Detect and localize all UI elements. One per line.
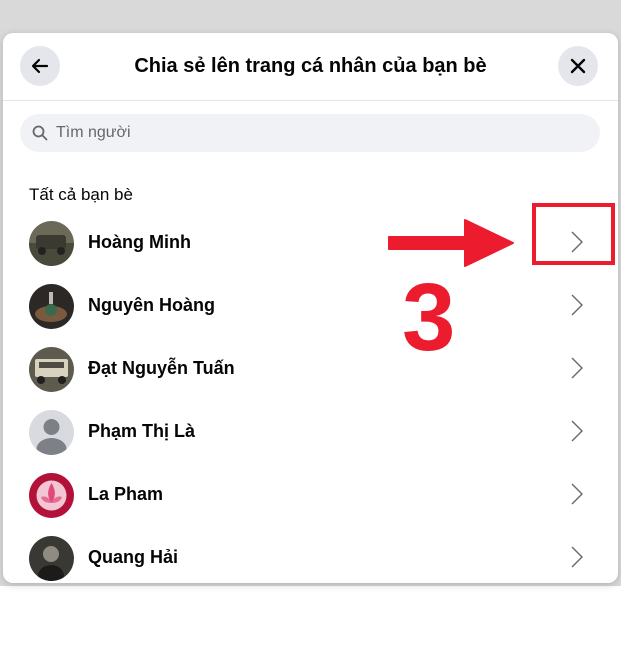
friend-name: Đạt Nguyễn Tuấn (88, 358, 235, 378)
close-button[interactable] (558, 46, 598, 86)
chevron-right-icon[interactable] (569, 291, 585, 319)
friend-name: Nguyên Hoàng (88, 295, 216, 315)
step-number: 3 (402, 264, 456, 371)
share-to-friend-dialog: Chia sẻ lên trang cá nhân của bạn bè Tất… (3, 33, 618, 583)
friend-name: La Pham (88, 484, 164, 504)
friend-name: Quang Hải (88, 547, 179, 567)
search-box[interactable] (20, 114, 600, 152)
close-icon (570, 58, 586, 74)
friend-name: Hoàng Minh (88, 232, 191, 252)
photo-dark-avatar (29, 284, 74, 329)
lotus-avatar (29, 473, 74, 518)
photo-portrait-avatar (29, 536, 74, 581)
friend-row[interactable]: Đạt Nguyễn Tuấn (3, 338, 618, 401)
friend-list: Hoàng Minh Nguyên Hoàng Đạt Nguyễn Tuấn … (3, 212, 618, 583)
friend-row[interactable]: Nguyên Hoàng (3, 275, 618, 338)
dialog-header: Chia sẻ lên trang cá nhân của bạn bè (3, 33, 618, 101)
chevron-right-icon[interactable] (569, 543, 585, 571)
search-input[interactable] (54, 123, 578, 143)
photo-car-avatar (29, 221, 74, 266)
friend-row[interactable]: Phạm Thị Là (3, 401, 618, 464)
friend-row[interactable]: Hoàng Minh (3, 212, 618, 275)
back-button[interactable] (20, 46, 60, 86)
arrow-left-icon (31, 58, 49, 74)
chevron-right-icon[interactable] (569, 417, 585, 445)
chevron-right-icon[interactable] (569, 354, 585, 382)
photo-truck-avatar (29, 347, 74, 392)
default-person-avatar (29, 410, 74, 455)
section-label-all-friends: Tất cả bạn bè (29, 185, 133, 204)
chevron-right-icon[interactable] (569, 480, 585, 508)
search-icon (32, 124, 50, 142)
friend-name: Phạm Thị Là (88, 421, 196, 441)
dialog-title: Chia sẻ lên trang cá nhân của bạn bè (134, 55, 487, 77)
highlight-box (532, 203, 615, 265)
friend-row[interactable]: La Pham (3, 464, 618, 527)
friend-row[interactable]: Quang Hải (3, 527, 618, 583)
annotation-arrow-icon (388, 219, 514, 267)
